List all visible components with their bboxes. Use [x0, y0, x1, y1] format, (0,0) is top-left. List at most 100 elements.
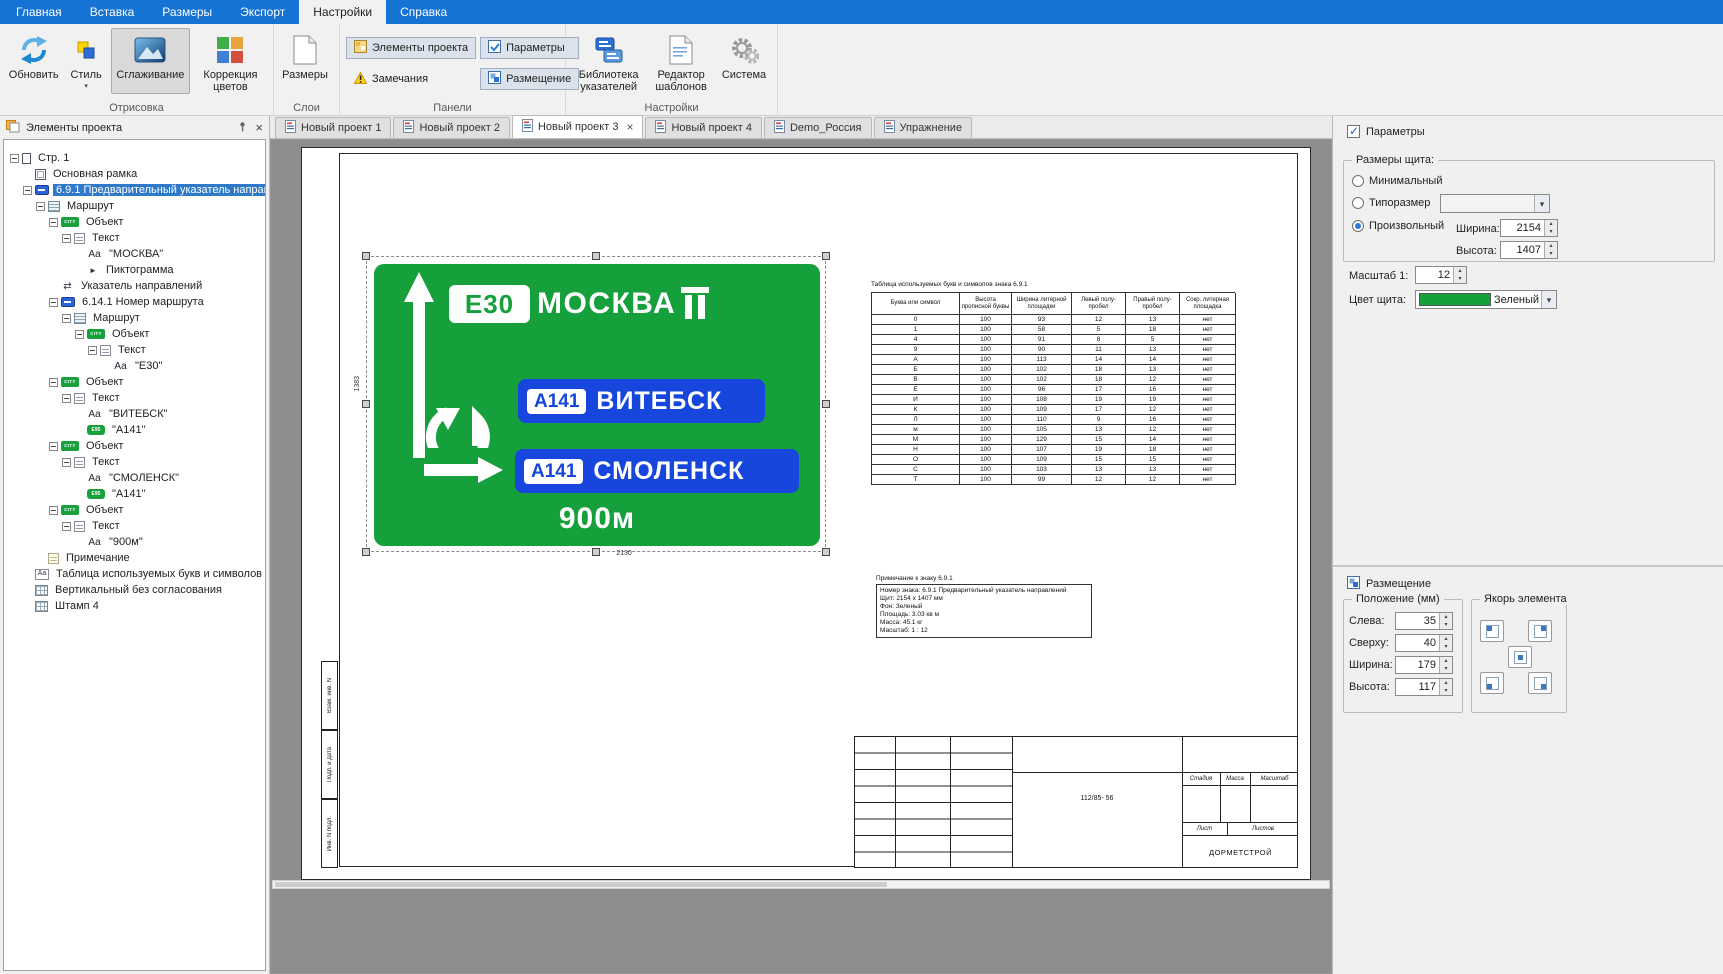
- doc-tab[interactable]: Новый проект 3×: [512, 115, 644, 138]
- pin-icon[interactable]: [237, 121, 248, 135]
- spin-down-icon[interactable]: ▾: [1454, 275, 1466, 283]
- tree-item[interactable]: ⇄Указатель направлений: [4, 278, 265, 294]
- sign-note[interactable]: Номер знака: 6.9.1 Предварительный указа…: [876, 584, 1092, 638]
- tree-expander[interactable]: [62, 522, 71, 531]
- doc-tab[interactable]: Новый проект 1: [275, 117, 391, 138]
- tree-item[interactable]: Аа"МОСКВА": [4, 246, 265, 262]
- tree-item[interactable]: Текст: [4, 230, 265, 246]
- selection-handle[interactable]: [822, 400, 830, 408]
- tree-expander[interactable]: [88, 346, 97, 355]
- selection-handle[interactable]: [592, 252, 600, 260]
- spin-down-icon[interactable]: ▾: [1440, 665, 1452, 673]
- anchor-top-right-button[interactable]: [1528, 620, 1552, 642]
- tree-item[interactable]: Аа"СМОЛЕНСК": [4, 470, 265, 486]
- typesize-combo[interactable]: ▾: [1440, 194, 1550, 213]
- close-icon[interactable]: ×: [626, 120, 633, 134]
- tree-item[interactable]: Вертикальный без согласования: [4, 582, 265, 598]
- tree-item[interactable]: Штамп 4: [4, 598, 265, 614]
- chevron-down-icon[interactable]: ▾: [1541, 291, 1556, 308]
- radio-typesize[interactable]: Типоразмер: [1352, 197, 1430, 209]
- radio-custom[interactable]: Произвольный: [1352, 220, 1444, 232]
- close-icon[interactable]: ×: [255, 122, 263, 133]
- position-field-spin[interactable]: 35▴▾: [1395, 612, 1453, 630]
- tree-expander[interactable]: [10, 154, 19, 163]
- tree-item[interactable]: 6.14.1 Номер маршрута: [4, 294, 265, 310]
- tree-item[interactable]: CITYОбъект: [4, 374, 265, 390]
- tree-item[interactable]: 6.9.1 Предварительный указатель направле: [4, 182, 265, 198]
- tree-expander[interactable]: [23, 186, 32, 195]
- color-correction-button[interactable]: Коррекция цветов: [194, 28, 267, 94]
- tree-item[interactable]: CITYОбъект: [4, 438, 265, 454]
- anchor-top-left-button[interactable]: [1480, 620, 1504, 642]
- tree-expander[interactable]: [36, 202, 45, 211]
- chevron-down-icon[interactable]: ▾: [1534, 195, 1549, 212]
- sizes-button[interactable]: Размеры: [280, 28, 330, 94]
- shield-color-combo[interactable]: Зеленый ▾: [1415, 290, 1557, 309]
- spin-up-icon[interactable]: ▴: [1440, 613, 1452, 621]
- selection-handle[interactable]: [362, 548, 370, 556]
- menu-item-Настройки[interactable]: Настройки: [299, 0, 386, 24]
- style-button[interactable]: Стиль ▾: [65, 28, 107, 94]
- position-field-spin[interactable]: 117▴▾: [1395, 678, 1453, 696]
- tree-item[interactable]: Текст: [4, 454, 265, 470]
- doc-tab[interactable]: Demo_Россия: [764, 117, 872, 138]
- params-checkbox[interactable]: [1347, 125, 1360, 138]
- placement-toggle[interactable]: Размещение: [480, 68, 579, 90]
- tree-expander[interactable]: [62, 458, 71, 467]
- menu-item-Справка[interactable]: Справка: [386, 0, 461, 24]
- spin-down-icon[interactable]: ▾: [1545, 228, 1557, 236]
- tree-item[interactable]: Е95"А141": [4, 422, 265, 438]
- menu-item-Экспорт[interactable]: Экспорт: [226, 0, 299, 24]
- spin-up-icon[interactable]: ▴: [1440, 635, 1452, 643]
- tree-item[interactable]: АаТаблица используемых букв и символов з…: [4, 566, 265, 582]
- menu-item-Главная[interactable]: Главная: [2, 0, 76, 24]
- doc-tab[interactable]: Новый проект 4: [645, 117, 761, 138]
- pointer-library-button[interactable]: Библиотека указателей: [572, 28, 645, 94]
- selection-handle[interactable]: [362, 252, 370, 260]
- tree-item[interactable]: Маршрут: [4, 310, 265, 326]
- tree-item[interactable]: CITYОбъект: [4, 214, 265, 230]
- radio-minimal[interactable]: Минимальный: [1352, 175, 1442, 187]
- tree-item[interactable]: Аа"ВИТЕБСК": [4, 406, 265, 422]
- spin-up-icon[interactable]: ▴: [1545, 220, 1557, 228]
- anchor-bottom-right-button[interactable]: [1528, 672, 1552, 694]
- char-table[interactable]: Буква или символВысота прописной буквыШи…: [871, 292, 1235, 485]
- tree-item[interactable]: ►Пиктограмма: [4, 262, 265, 278]
- scrollbar-thumb[interactable]: [275, 882, 887, 887]
- tree-expander[interactable]: [49, 378, 58, 387]
- refresh-button[interactable]: Обновить: [6, 28, 61, 94]
- position-field-spin[interactable]: 179▴▾: [1395, 656, 1453, 674]
- spin-down-icon[interactable]: ▾: [1545, 250, 1557, 258]
- horizontal-scrollbar[interactable]: [272, 880, 1330, 889]
- template-editor-button[interactable]: Редактор шаблонов: [649, 28, 713, 94]
- menu-item-Вставка[interactable]: Вставка: [76, 0, 149, 24]
- tree-item[interactable]: Аа"Е30": [4, 358, 265, 374]
- position-field-spin[interactable]: 40▴▾: [1395, 634, 1453, 652]
- parameters-toggle[interactable]: Параметры: [480, 37, 579, 59]
- tree-item[interactable]: CITYОбъект: [4, 502, 265, 518]
- spin-up-icon[interactable]: ▴: [1545, 242, 1557, 250]
- spin-down-icon[interactable]: ▾: [1440, 643, 1452, 651]
- tree-item[interactable]: Е95"А141": [4, 486, 265, 502]
- tree-item[interactable]: Маршрут: [4, 198, 265, 214]
- doc-tab[interactable]: Новый проект 2: [393, 117, 509, 138]
- scale-spin[interactable]: 12 ▴▾: [1415, 266, 1467, 284]
- project-elements-toggle[interactable]: Элементы проекта: [346, 37, 476, 59]
- shield-height-spin[interactable]: 1407 ▴▾: [1500, 241, 1558, 259]
- tree-item[interactable]: CITYОбъект: [4, 326, 265, 342]
- smoothing-toggle[interactable]: Сглаживание: [111, 28, 190, 94]
- title-block[interactable]: 112/85- 56 Стадия Масса Масштаб Лист Лис…: [854, 736, 1298, 868]
- system-button[interactable]: Система: [717, 28, 771, 94]
- selection-handle[interactable]: [822, 548, 830, 556]
- spin-up-icon[interactable]: ▴: [1454, 267, 1466, 275]
- selection-handle[interactable]: [822, 252, 830, 260]
- spin-down-icon[interactable]: ▾: [1440, 687, 1452, 695]
- remarks-toggle[interactable]: Замечания: [346, 68, 476, 90]
- tree-expander[interactable]: [49, 442, 58, 451]
- tree-expander[interactable]: [49, 218, 58, 227]
- menu-item-Размеры[interactable]: Размеры: [148, 0, 226, 24]
- tree-item[interactable]: Примечание: [4, 550, 265, 566]
- tree-expander[interactable]: [49, 506, 58, 515]
- tree-item[interactable]: Основная рамка: [4, 166, 265, 182]
- doc-tab[interactable]: Упражнение: [874, 117, 973, 138]
